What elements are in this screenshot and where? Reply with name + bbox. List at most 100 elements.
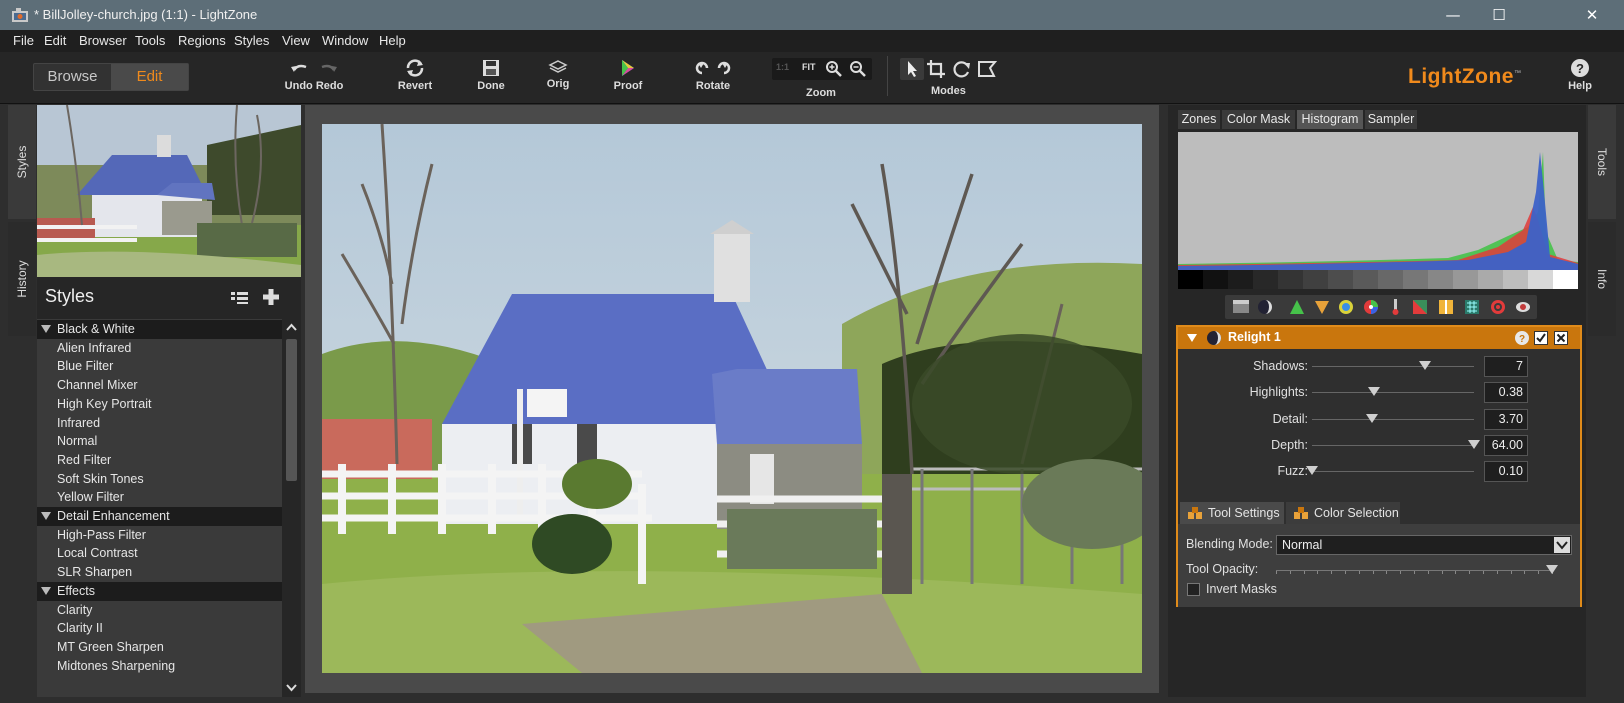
slider-value-field[interactable]: 64.00 [1484,434,1528,456]
red-eye-icon[interactable] [1516,302,1530,312]
undo-redo-icon[interactable] [284,58,344,78]
slider-value-field[interactable]: 0.38 [1484,382,1528,404]
invert-masks-checkbox[interactable] [1187,583,1200,596]
noise-reduction-icon[interactable] [1439,300,1453,314]
crop-icon[interactable] [926,59,948,79]
style-item[interactable]: Infrared [37,413,282,433]
slider-track[interactable] [1312,418,1474,420]
edit-mode-button[interactable]: Edit [111,64,188,90]
style-item[interactable]: Channel Mixer [37,376,282,396]
slider-value-field[interactable]: 7 [1484,356,1528,377]
tab-histogram[interactable]: Histogram [1297,110,1363,129]
collapse-triangle-icon[interactable] [1186,333,1198,343]
orig-button[interactable]: Orig [538,58,578,90]
add-style-icon[interactable] [262,288,280,306]
enable-checkbox-icon[interactable] [1534,331,1548,345]
slider-thumb[interactable] [1468,439,1480,449]
scroll-down-icon[interactable] [285,683,298,693]
sharpen-icon[interactable] [1290,300,1304,314]
tab-color-selection[interactable]: Color Selection [1286,502,1400,524]
color-wheel-icon[interactable] [1364,300,1378,314]
target-icon[interactable] [1491,300,1505,314]
zone-mapper-icon[interactable] [1233,300,1249,313]
zoom-fit-button[interactable]: FIT [802,62,816,72]
slider-value-field[interactable]: 3.70 [1484,408,1528,430]
church-photo[interactable] [322,124,1142,673]
rotate-mode-icon[interactable] [951,59,973,79]
style-item[interactable]: MT Green Sharpen [37,637,282,657]
menu-tools[interactable]: Tools [135,33,165,48]
slider-track[interactable] [1312,366,1474,367]
menu-file[interactable]: File [13,33,34,48]
proof-button[interactable]: Proof [608,58,648,92]
slider-thumb[interactable] [1419,361,1432,370]
menu-edit[interactable]: Edit [44,33,66,48]
style-item[interactable]: High-Pass Filter [37,525,282,545]
zoom-out-icon[interactable] [849,60,867,78]
done-button[interactable]: Done [471,58,511,92]
menu-regions[interactable]: Regions [178,33,226,48]
relight-header[interactable]: Relight 1 ? [1178,327,1580,349]
scroll-up-icon[interactable] [285,322,298,332]
grain-icon[interactable] [1465,300,1479,314]
channel-mixer-icon[interactable] [1413,300,1427,314]
style-item[interactable]: Yellow Filter [37,488,282,508]
menu-styles[interactable]: Styles [234,33,269,48]
style-item[interactable]: Midtones Sharpening [37,656,282,676]
style-item[interactable]: Local Contrast [37,544,282,564]
image-viewer[interactable] [305,105,1159,693]
slider-thumb[interactable] [1306,466,1318,476]
menu-view[interactable]: View [282,33,310,48]
style-category[interactable]: Effects [37,581,282,601]
style-item[interactable]: Blue Filter [37,357,282,377]
menu-browser[interactable]: Browser [79,33,127,48]
style-item[interactable]: Clarity [37,600,282,620]
tab-tools[interactable]: Tools [1588,105,1616,219]
slider-thumb[interactable] [1367,387,1380,397]
slider-track[interactable] [1312,392,1474,394]
color-balance-icon[interactable] [1339,300,1353,314]
expand-triangle-icon[interactable] [41,325,51,333]
tab-tool-settings[interactable]: Tool Settings [1180,502,1284,524]
tab-sampler[interactable]: Sampler [1365,110,1417,129]
menu-window[interactable]: Window [322,33,368,48]
style-category[interactable]: Black & White [37,320,282,339]
style-item[interactable]: High Key Portrait [37,394,282,414]
style-list-icon[interactable] [230,290,250,306]
style-item[interactable]: Normal [37,432,282,452]
browse-mode-button[interactable]: Browse [34,64,111,90]
tab-color-mask[interactable]: Color Mask [1222,110,1295,129]
slider-track[interactable] [1312,471,1474,473]
select-mode-button[interactable] [900,58,924,80]
tool-help-icon[interactable]: ? [1514,330,1530,346]
tab-styles[interactable]: Styles [8,105,36,219]
close-button[interactable]: ✕ [1569,0,1615,30]
zoom-in-icon[interactable] [825,60,843,78]
style-item[interactable]: Red Filter [37,450,282,470]
expand-triangle-icon[interactable] [41,586,51,595]
relight-icon[interactable] [1258,300,1272,314]
tab-history[interactable]: History [8,222,36,336]
minimize-button[interactable]: — [1430,0,1476,30]
slider-thumb[interactable] [1365,413,1378,423]
revert-button[interactable]: Revert [395,58,435,92]
style-item[interactable]: Alien Infrared [37,338,282,358]
scroll-thumb[interactable] [286,339,297,481]
zoom-1-1-button[interactable]: 1:1 [776,62,789,72]
white-balance-icon[interactable] [1392,299,1399,315]
expand-triangle-icon[interactable] [41,512,51,520]
blending-mode-select[interactable]: Normal [1276,535,1572,555]
hue-sat-icon[interactable] [1315,301,1329,314]
tab-zones[interactable]: Zones [1178,110,1220,129]
menu-help[interactable]: Help [379,33,406,48]
maximize-button[interactable]: ☐ [1476,0,1522,30]
tab-info[interactable]: Info [1588,222,1616,336]
help-button[interactable]: ? Help [1565,58,1595,92]
style-item[interactable]: Soft Skin Tones [37,469,282,489]
region-mode-icon[interactable] [976,59,998,79]
slider-track[interactable] [1312,444,1474,446]
styles-scrollbar[interactable] [282,319,301,697]
rotate-icon[interactable] [693,58,733,78]
close-tool-icon[interactable] [1554,331,1568,345]
style-item[interactable]: SLR Sharpen [37,563,282,583]
